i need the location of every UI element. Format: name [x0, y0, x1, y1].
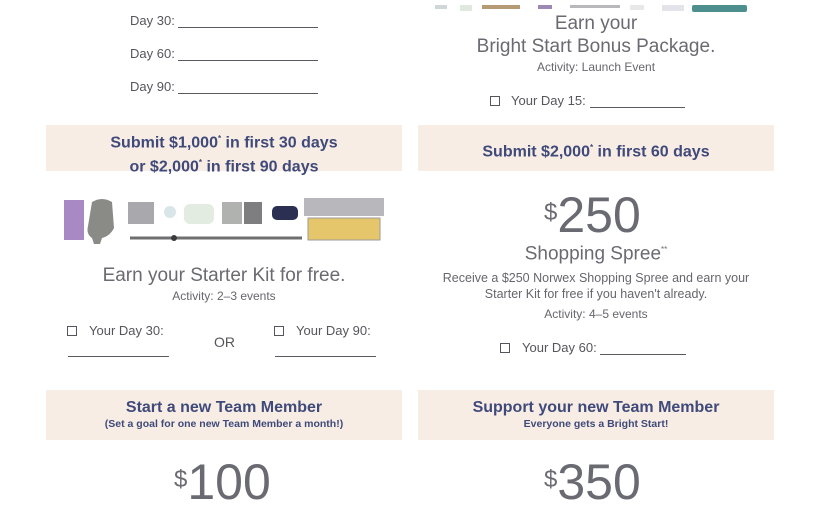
bonus-earn-line1: Earn your — [554, 13, 638, 34]
spree-price: $250 — [544, 190, 641, 240]
support-member-banner-title: Support your new Team Member — [472, 399, 720, 416]
bonus-earn-line2: Bright Start Bonus Package. — [476, 36, 716, 57]
day15-checkbox[interactable] — [490, 96, 500, 106]
spree-day60-blank[interactable] — [600, 354, 686, 355]
team-member-banner-sub: (Set a goal for one new Team Member a mo… — [104, 418, 344, 430]
day15-label: Your Day 15: — [511, 93, 586, 108]
team-member-banner: Start a new Team Member (Set a goal for … — [46, 390, 402, 440]
starter-kit-banner: Submit $1,000* in first 30 days or $2,00… — [46, 125, 402, 176]
spree-description-line1: Receive a $250 Norwex Shopping Spree and… — [442, 271, 750, 285]
support-member-banner-sub: Everyone gets a Bright Start! — [523, 418, 669, 430]
support-member-amount: 350 — [557, 454, 641, 510]
spree-activity: Activity: 4–5 events — [544, 307, 648, 321]
starter-kit-banner-line2: or $2,000* in first 90 days — [129, 158, 319, 176]
spree-title: Shopping Spree** — [524, 243, 668, 265]
support-member-dollar-sign: $ — [544, 466, 558, 493]
spree-day60-label: Your Day 60: — [522, 340, 597, 355]
team-member-amount: 100 — [187, 454, 271, 510]
shopping-spree-banner: Submit $2,000* in first 60 days — [418, 125, 774, 171]
team-member-banner-title: Start a new Team Member — [125, 399, 323, 416]
starter-kit-products-svg — [64, 198, 384, 244]
spree-description-line2: Starter Kit for free if you haven't alre… — [484, 287, 708, 301]
bonus-activity: Activity: Launch Event — [536, 60, 656, 74]
starter-day30-checkbox[interactable] — [67, 326, 77, 336]
team-member-dollar-sign: $ — [174, 466, 188, 493]
support-member-banner: Support your new Team Member Everyone ge… — [418, 390, 774, 440]
day30-blank[interactable] — [178, 27, 318, 28]
starter-day30-label: Your Day 30: — [89, 323, 164, 338]
spree-dollar-sign: $ — [544, 199, 558, 226]
day90-blank[interactable] — [178, 93, 318, 94]
day60-label: Day 60: — [130, 46, 175, 61]
bonus-products-image — [430, 0, 750, 12]
or-label: OR — [214, 334, 235, 350]
day30-label: Day 30: — [130, 13, 175, 28]
starter-day90-blank[interactable] — [275, 356, 376, 357]
starter-day90-checkbox[interactable] — [274, 326, 284, 336]
day90-label: Day 90: — [130, 79, 175, 94]
day15-blank[interactable] — [590, 107, 685, 108]
shopping-spree-banner-text: Submit $2,000* in first 60 days — [482, 143, 710, 161]
starter-day30-blank[interactable] — [68, 356, 169, 357]
starter-kit-earn: Earn your Starter Kit for free. — [102, 265, 346, 286]
starter-day90-label: Your Day 90: — [296, 323, 371, 338]
spree-amount: 250 — [557, 187, 641, 243]
day60-blank[interactable] — [178, 60, 318, 61]
spree-day60-checkbox[interactable] — [500, 343, 510, 353]
starter-kit-activity: Activity: 2–3 events — [172, 289, 276, 303]
starter-kit-banner-line1: Submit $1,000* in first 30 days — [110, 134, 338, 152]
starter-kit-products-image — [62, 196, 392, 246]
